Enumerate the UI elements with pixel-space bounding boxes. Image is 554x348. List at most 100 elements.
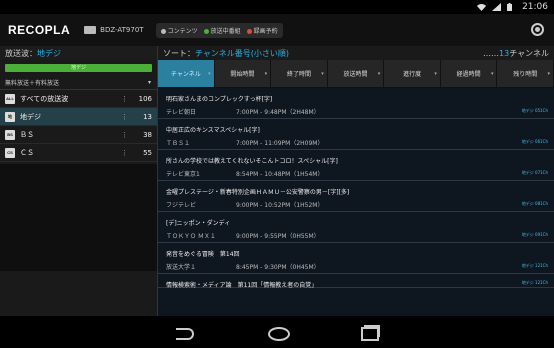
device-name: BDZ-AT970T xyxy=(100,26,144,34)
content-icon xyxy=(160,28,166,34)
sort-value: チャンネル番号(小さい順) xyxy=(195,48,290,58)
sidebar-item-label: すべての放送波 xyxy=(20,94,69,103)
filter-dropdown[interactable]: 無料放送＋有料放送 ▾ xyxy=(0,76,157,90)
home-icon[interactable] xyxy=(266,325,290,341)
program-title: 明石家さんまのコンプレックすっ杯[字] xyxy=(166,96,273,103)
recorder-icon xyxy=(84,26,97,34)
tab-remaining[interactable]: 残り時間 ▾ xyxy=(497,60,554,87)
more-icon[interactable]: ⋮ xyxy=(121,149,128,157)
program-channel: 放送大学１ xyxy=(166,264,197,271)
channel-badge: 地デジ 091Ch xyxy=(521,232,548,237)
settings-gear-icon[interactable] xyxy=(531,23,544,36)
broadcast-indicator-bar: 地デジ xyxy=(5,64,152,72)
sidebar: 放送波： 地デジ 地デジ 無料放送＋有料放送 ▾ ALL すべての放送波 ⋮ 10… xyxy=(0,46,158,316)
status-bar: 21:06 xyxy=(0,0,554,14)
tab-progress[interactable]: 進行度 ▾ xyxy=(384,60,441,87)
channel-badge: 地デジ 061Ch xyxy=(521,139,548,144)
dropdown-icon: ▾ xyxy=(321,70,324,77)
tab-channel[interactable]: チャンネル ▾ xyxy=(158,60,215,87)
program-title: [デ]ニッポン・ダンディ xyxy=(166,220,231,227)
program-row[interactable]: 中居正広のキンスマスペシャル[字] ＴＢＳ１ 7:00PM - 11:09PM（… xyxy=(158,119,554,150)
all-icon: ALL xyxy=(5,93,15,104)
sidebar-item-label: ＢＳ xyxy=(20,130,34,139)
system-nav-bar xyxy=(0,316,554,348)
program-title: 中居正広のキンスマスペシャル[字] xyxy=(166,127,260,134)
sidebar-item-count: 13 xyxy=(143,112,152,121)
program-channel: フジテレビ xyxy=(166,202,197,209)
program-row[interactable]: [デ]ニッポン・ダンディ ＴＯＫＹＯ ＭＸ１ 9:00PM - 9:55PM（0… xyxy=(158,212,554,243)
program-row[interactable]: 明石家さんまのコンプレックすっ杯[字] テレビ朝日 7:00PM - 9:48P… xyxy=(158,88,554,119)
program-row[interactable]: 金曜プレステージ・新春特別企画ＨＡＭＵ－公安警察の男－[字][多] フジテレビ … xyxy=(158,181,554,212)
program-title: 情報検索術・メディア論 第11回「情報教え者の自覚」 xyxy=(166,282,318,289)
sidebar-item-label: 地デジ xyxy=(20,112,41,121)
mode-switch: コンテンツ 放送中番組 録画予約 xyxy=(155,22,283,38)
wifi-icon xyxy=(477,3,487,11)
program-channel: テレビ東京1 xyxy=(166,171,200,178)
back-icon[interactable] xyxy=(174,325,196,340)
tab-start-time[interactable]: 開始時間 ▾ xyxy=(215,60,272,87)
tab-duration[interactable]: 放送時間 ▾ xyxy=(328,60,385,87)
more-icon[interactable]: ⋮ xyxy=(121,131,128,139)
broadcast-selector[interactable]: 放送波： 地デジ xyxy=(0,46,157,60)
program-time: 9:00PM - 9:55PM（0H55M） xyxy=(236,233,320,240)
count-prefix: …… xyxy=(483,48,500,58)
sidebar-item-count: 38 xyxy=(143,130,152,139)
channel-badge: 地デジ 081Ch xyxy=(521,201,548,206)
program-time: 7:00PM - 11:09PM（2H09M） xyxy=(236,140,324,147)
program-time: 9:00PM - 10:52PM（1H52M） xyxy=(236,202,324,209)
channel-badge: 地デジ 121Ch xyxy=(521,280,548,285)
program-time: 7:00PM - 9:48PM（2H48M） xyxy=(236,109,320,116)
rec-icon xyxy=(246,28,252,34)
program-time: 8:45PM - 9:30PM（0H45M） xyxy=(236,264,320,271)
program-row[interactable]: 発音をめぐる冒険 第14回 放送大学１ 8:45PM - 9:30PM（0H45… xyxy=(158,243,554,274)
program-row[interactable]: 情報検索術・メディア論 第11回「情報教え者の自覚」 地デジ 121Ch xyxy=(158,274,554,289)
tab-end-time[interactable]: 終了時間 ▾ xyxy=(271,60,328,87)
broadcast-value: 地デジ xyxy=(37,48,61,58)
bs-icon: BS xyxy=(5,129,15,140)
live-mode-label: 放送中番組 xyxy=(210,27,241,35)
recent-apps-icon[interactable] xyxy=(358,325,380,341)
terrestrial-icon: 地 xyxy=(5,111,15,122)
tab-label: 開始時間 xyxy=(230,71,255,78)
program-title: 所さんの学校では教えてくれないそこんトコロ！スペシャル[字] xyxy=(166,158,338,165)
live-icon xyxy=(203,28,209,34)
channel-badge: 地デジ 071Ch xyxy=(521,170,548,175)
more-icon[interactable]: ⋮ xyxy=(121,113,128,121)
sidebar-empty-area xyxy=(0,164,157,271)
device-selector[interactable]: BDZ-AT970T xyxy=(84,26,144,34)
program-title: 金曜プレステージ・新春特別企画ＨＡＭＵ－公安警察の男－[字][多] xyxy=(166,189,350,196)
sidebar-item-bs[interactable]: BS ＢＳ ⋮ 38 xyxy=(0,126,157,144)
dropdown-icon: ▾ xyxy=(377,70,381,77)
tab-label: 経過時間 xyxy=(456,71,481,78)
sidebar-item-terrestrial[interactable]: 地 地デジ ⋮ 13 xyxy=(0,108,157,126)
rec-mode-button[interactable]: 録画予約 xyxy=(246,26,278,35)
sort-tabs: チャンネル ▾ 開始時間 ▾ 終了時間 ▾ 放送時間 ▾ 進行度 ▾ 経過時間 ▾ 残り時間… xyxy=(158,60,554,88)
channel-badge: 地デジ 051Ch xyxy=(521,108,548,113)
program-channel: ＴＯＫＹＯ ＭＸ１ xyxy=(166,233,216,240)
live-mode-button[interactable]: 放送中番組 xyxy=(203,26,241,35)
channel-badge: 地デジ 121Ch xyxy=(521,263,548,268)
sidebar-item-count: 106 xyxy=(138,94,152,103)
tab-elapsed[interactable]: 経過時間 ▾ xyxy=(441,60,498,87)
sidebar-item-cs[interactable]: CS ＣＳ ⋮ 55 xyxy=(0,144,157,162)
program-time: 8:54PM - 10:48PM（1H54M） xyxy=(236,171,324,178)
sidebar-item-all[interactable]: ALL すべての放送波 ⋮ 106 xyxy=(0,90,157,108)
cs-icon: CS xyxy=(5,147,15,158)
count-suffix: チャンネル xyxy=(509,48,549,58)
channel-count: ……13チャンネル xyxy=(483,48,549,59)
program-channel: テレビ朝日 xyxy=(166,109,197,116)
content-mode-button[interactable]: コンテンツ xyxy=(160,26,198,35)
program-row[interactable]: 所さんの学校では教えてくれないそこんトコロ！スペシャル[字] テレビ東京1 8:… xyxy=(158,150,554,181)
dropdown-icon: ▾ xyxy=(208,70,211,77)
program-list: 明石家さんまのコンプレックすっ杯[字] テレビ朝日 7:00PM - 9:48P… xyxy=(158,88,554,289)
sidebar-item-label: ＣＳ xyxy=(20,148,34,157)
tab-label: 終了時間 xyxy=(286,71,311,78)
sidebar-item-count: 55 xyxy=(143,148,152,157)
sort-bar[interactable]: ソート： チャンネル番号(小さい順) ……13チャンネル xyxy=(158,46,554,60)
dropdown-icon: ▾ xyxy=(490,70,494,77)
broadcast-label: 放送波： xyxy=(5,48,37,58)
program-panel: ソート： チャンネル番号(小さい順) ……13チャンネル チャンネル ▾ 開始時間 ▾… xyxy=(158,46,554,316)
dropdown-icon: ▾ xyxy=(264,70,268,77)
tab-label: 残り時間 xyxy=(513,71,538,78)
more-icon[interactable]: ⋮ xyxy=(121,95,128,103)
